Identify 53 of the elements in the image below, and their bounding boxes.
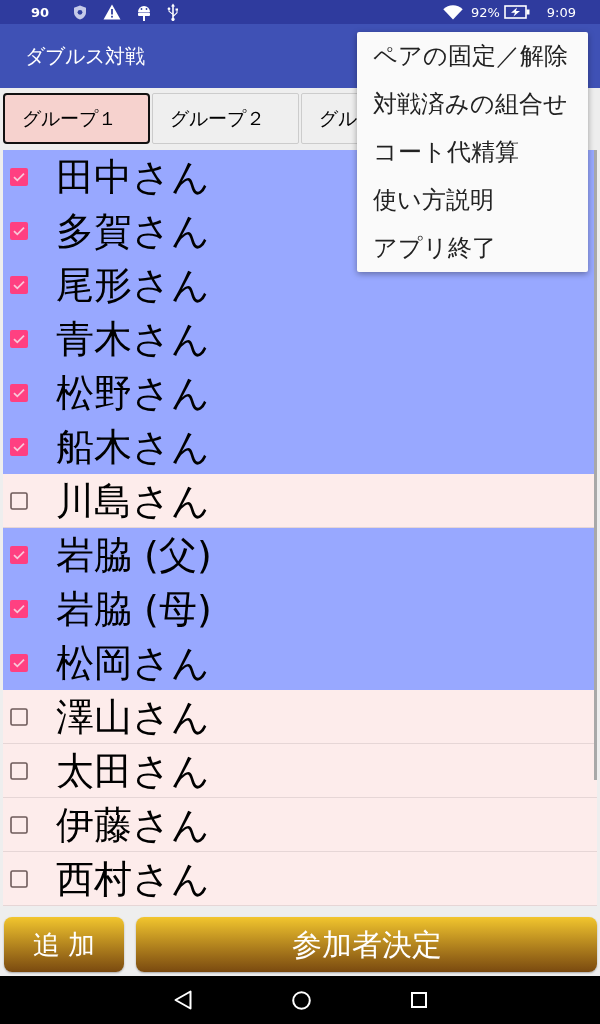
checkbox-checked-icon[interactable] <box>10 330 28 348</box>
group-tab[interactable]: グループ１ <box>3 93 150 144</box>
player-name: 尾形さん <box>56 266 210 304</box>
checkbox-icon[interactable] <box>10 869 28 888</box>
player-name: 澤山さん <box>56 697 210 736</box>
clock: 9:09 <box>546 5 576 19</box>
checkbox-icon[interactable] <box>10 707 28 726</box>
player-row[interactable]: 松岡さん <box>3 636 597 690</box>
checkbox-checked-icon[interactable] <box>10 546 28 564</box>
app-title: ダブルス対戦 <box>25 46 145 66</box>
android-icon <box>137 3 152 21</box>
home-icon[interactable] <box>291 990 311 1010</box>
menu-item[interactable]: 対戦済みの組合せ <box>357 80 588 128</box>
player-name: 岩脇 (母) <box>56 590 212 628</box>
checkbox-icon[interactable] <box>10 761 28 780</box>
checkbox-icon[interactable] <box>10 815 28 834</box>
player-name: 西村さん <box>56 859 210 898</box>
checkbox-checked-icon[interactable] <box>10 168 28 186</box>
group-tab[interactable]: グループ２ <box>152 93 299 144</box>
player-row[interactable]: 岩脇 (父) <box>3 528 597 582</box>
warning-icon <box>103 4 122 20</box>
player-name: 川島さん <box>56 481 210 520</box>
battery-percent: 92% <box>470 5 500 19</box>
checkbox-checked-icon[interactable] <box>10 222 28 240</box>
player-row[interactable]: 岩脇 (母) <box>3 582 597 636</box>
back-icon[interactable] <box>173 990 192 1010</box>
checkbox-checked-icon[interactable] <box>10 654 28 672</box>
wifi-icon <box>442 4 463 20</box>
player-name: 岩脇 (父) <box>56 536 212 574</box>
recent-apps-icon[interactable] <box>410 992 427 1008</box>
player-name: 太田さん <box>56 751 210 790</box>
add-button[interactable]: 追 加 <box>4 917 124 972</box>
player-name: 多賀さん <box>56 212 210 250</box>
player-name: 船木さん <box>56 428 210 466</box>
notification-count: 90 <box>31 5 50 19</box>
checkbox-checked-icon[interactable] <box>10 438 28 456</box>
checkbox-checked-icon[interactable] <box>10 384 28 402</box>
player-name: 松岡さん <box>56 644 210 682</box>
checkbox-icon[interactable] <box>10 491 28 510</box>
player-row[interactable]: 松野さん <box>3 366 597 420</box>
shield-icon <box>73 4 88 20</box>
player-row[interactable]: 尾形さん <box>3 258 597 312</box>
checkbox-checked-icon[interactable] <box>10 276 28 294</box>
checkbox-checked-icon[interactable] <box>10 600 28 618</box>
player-name: 松野さん <box>56 374 210 412</box>
player-row[interactable]: 船木さん <box>3 420 597 474</box>
player-name: 伊藤さん <box>56 805 210 844</box>
player-name: 青木さん <box>56 320 210 358</box>
usb-icon <box>167 3 180 21</box>
battery-charging-icon <box>503 5 530 19</box>
menu-item[interactable]: ペアの固定／解除 <box>357 32 588 80</box>
player-row[interactable]: 青木さん <box>3 312 597 366</box>
player-name: 田中さん <box>56 158 210 196</box>
